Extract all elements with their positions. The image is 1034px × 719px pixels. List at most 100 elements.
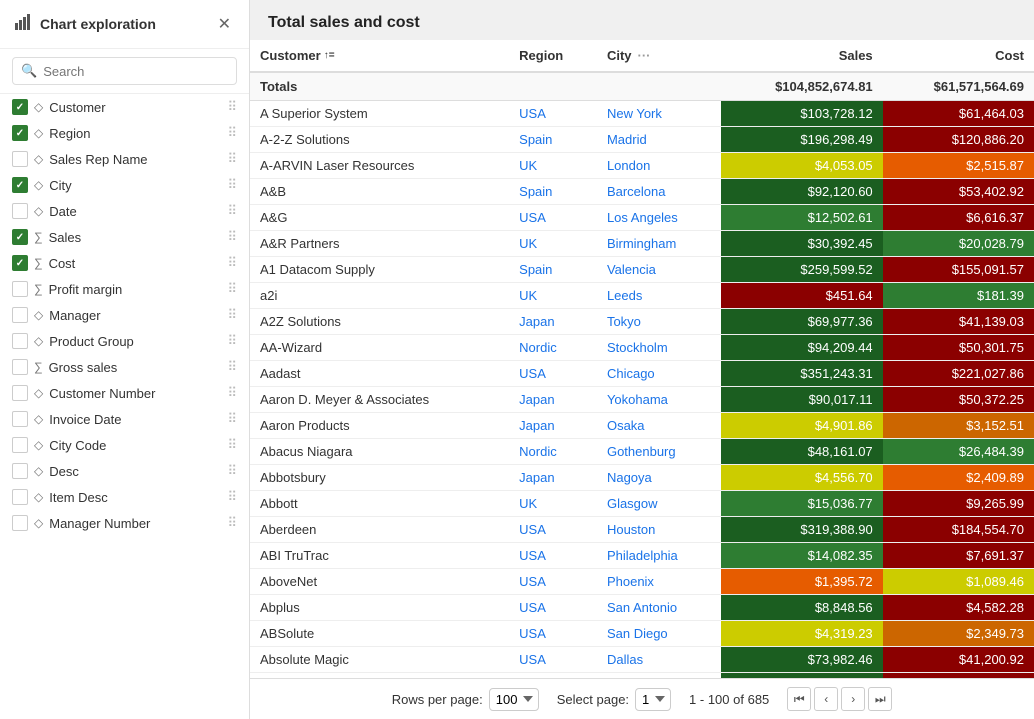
search-input[interactable] (43, 64, 228, 79)
drag-handle-desc[interactable]: ⠿ (227, 463, 237, 479)
drag-handle-invoice_date[interactable]: ⠿ (227, 411, 237, 427)
region-cell[interactable]: USA (509, 517, 597, 543)
col-header-cost[interactable]: Cost (883, 40, 1034, 72)
region-cell[interactable]: UK (509, 491, 597, 517)
field-checkbox-desc[interactable] (12, 463, 28, 479)
drag-handle-profit_margin[interactable]: ⠿ (227, 281, 237, 297)
city-cell[interactable]: Barcelona (597, 179, 722, 205)
city-cell[interactable]: Leeds (597, 283, 722, 309)
drag-handle-city_code[interactable]: ⠿ (227, 437, 237, 453)
region-cell[interactable]: Japan (509, 465, 597, 491)
sidebar-item-city_code[interactable]: ◇City Code⠿ (0, 432, 249, 458)
drag-handle-city[interactable]: ⠿ (227, 177, 237, 193)
city-cell[interactable]: Yokohama (597, 387, 722, 413)
field-checkbox-profit_margin[interactable] (12, 281, 28, 297)
region-cell[interactable]: USA (509, 621, 597, 647)
last-page-button[interactable]: ⏭ (868, 687, 892, 711)
region-cell[interactable]: UK (509, 231, 597, 257)
region-cell[interactable]: Spain (509, 257, 597, 283)
sidebar-item-date[interactable]: ◇Date⠿ (0, 198, 249, 224)
region-cell[interactable]: Spain (509, 127, 597, 153)
field-checkbox-date[interactable] (12, 203, 28, 219)
city-cell[interactable]: Valencia (597, 257, 722, 283)
city-cell[interactable]: Stockholm (597, 335, 722, 361)
field-checkbox-item_desc[interactable] (12, 489, 28, 505)
city-cell[interactable]: New York (597, 101, 722, 127)
region-cell[interactable]: USA (509, 569, 597, 595)
sidebar-item-manager[interactable]: ◇Manager⠿ (0, 302, 249, 328)
sidebar-item-gross_sales[interactable]: ∑Gross sales⠿ (0, 354, 249, 380)
city-cell[interactable]: Glasgow (597, 491, 722, 517)
col-header-city[interactable]: City ··· (597, 40, 722, 72)
drag-handle-manager[interactable]: ⠿ (227, 307, 237, 323)
region-cell[interactable]: Japan (509, 309, 597, 335)
region-cell[interactable]: USA (509, 595, 597, 621)
region-cell[interactable]: Japan (509, 387, 597, 413)
drag-handle-item_desc[interactable]: ⠿ (227, 489, 237, 505)
drag-handle-sales_rep_name[interactable]: ⠿ (227, 151, 237, 167)
sidebar-item-customer[interactable]: ◇Customer⠿ (0, 94, 249, 120)
sidebar-item-sales[interactable]: ∑Sales⠿ (0, 224, 249, 250)
drag-handle-customer_number[interactable]: ⠿ (227, 385, 237, 401)
drag-handle-product_group[interactable]: ⠿ (227, 333, 237, 349)
prev-page-button[interactable]: ‹ (814, 687, 838, 711)
region-cell[interactable]: Nordic (509, 439, 597, 465)
region-cell[interactable]: USA (509, 543, 597, 569)
sidebar-item-sales_rep_name[interactable]: ◇Sales Rep Name⠿ (0, 146, 249, 172)
city-cell[interactable]: Birmingham (597, 231, 722, 257)
city-cell[interactable]: San Diego (597, 621, 722, 647)
field-checkbox-city_code[interactable] (12, 437, 28, 453)
col-header-region[interactable]: Region (509, 40, 597, 72)
sidebar-item-desc[interactable]: ◇Desc⠿ (0, 458, 249, 484)
sidebar-item-manager_number[interactable]: ◇Manager Number⠿ (0, 510, 249, 536)
drag-handle-manager_number[interactable]: ⠿ (227, 515, 237, 531)
city-cell[interactable]: Dallas (597, 647, 722, 673)
field-checkbox-customer_number[interactable] (12, 385, 28, 401)
sidebar-item-invoice_date[interactable]: ◇Invoice Date⠿ (0, 406, 249, 432)
sidebar-item-item_desc[interactable]: ◇Item Desc⠿ (0, 484, 249, 510)
field-checkbox-invoice_date[interactable] (12, 411, 28, 427)
region-cell[interactable]: Nordic (509, 335, 597, 361)
sidebar-item-customer_number[interactable]: ◇Customer Number⠿ (0, 380, 249, 406)
city-cell[interactable]: Osaka (597, 413, 722, 439)
city-cell[interactable]: Los Angeles (597, 205, 722, 231)
city-cell[interactable]: Gothenburg (597, 439, 722, 465)
field-checkbox-manager_number[interactable] (12, 515, 28, 531)
drag-handle-sales[interactable]: ⠿ (227, 229, 237, 245)
city-cell[interactable]: Chicago (597, 361, 722, 387)
city-cell[interactable]: Phoenix (597, 569, 722, 595)
field-checkbox-customer[interactable] (12, 99, 28, 115)
rows-per-page-select[interactable]: 100 50 200 (489, 688, 539, 711)
field-checkbox-product_group[interactable] (12, 333, 28, 349)
sidebar-item-city[interactable]: ◇City⠿ (0, 172, 249, 198)
drag-handle-cost[interactable]: ⠿ (227, 255, 237, 271)
field-checkbox-cost[interactable] (12, 255, 28, 271)
city-cell[interactable]: Madrid (597, 127, 722, 153)
region-cell[interactable]: USA (509, 361, 597, 387)
field-checkbox-sales[interactable] (12, 229, 28, 245)
col-header-customer[interactable]: Customer ↑= (250, 40, 509, 72)
drag-handle-date[interactable]: ⠿ (227, 203, 237, 219)
region-cell[interactable]: Japan (509, 413, 597, 439)
region-cell[interactable]: USA (509, 647, 597, 673)
city-cell[interactable]: Houston (597, 517, 722, 543)
city-cell[interactable]: Tokyo (597, 309, 722, 335)
city-cell[interactable]: London (597, 153, 722, 179)
sidebar-close-button[interactable]: ✕ (214, 12, 235, 36)
field-checkbox-manager[interactable] (12, 307, 28, 323)
field-checkbox-city[interactable] (12, 177, 28, 193)
drag-handle-customer[interactable]: ⠿ (227, 99, 237, 115)
region-cell[interactable]: Spain (509, 179, 597, 205)
drag-handle-region[interactable]: ⠿ (227, 125, 237, 141)
region-cell[interactable]: USA (509, 101, 597, 127)
sidebar-item-cost[interactable]: ∑Cost⠿ (0, 250, 249, 276)
city-cell[interactable]: Nagoya (597, 465, 722, 491)
region-cell[interactable]: UK (509, 283, 597, 309)
select-page-select[interactable]: 1 2 3 (635, 688, 671, 711)
region-cell[interactable]: USA (509, 205, 597, 231)
table-scroll[interactable]: Customer ↑= Region City (250, 40, 1034, 678)
sidebar-item-product_group[interactable]: ◇Product Group⠿ (0, 328, 249, 354)
col-header-sales[interactable]: Sales (721, 40, 882, 72)
next-page-button[interactable]: › (841, 687, 865, 711)
field-checkbox-region[interactable] (12, 125, 28, 141)
